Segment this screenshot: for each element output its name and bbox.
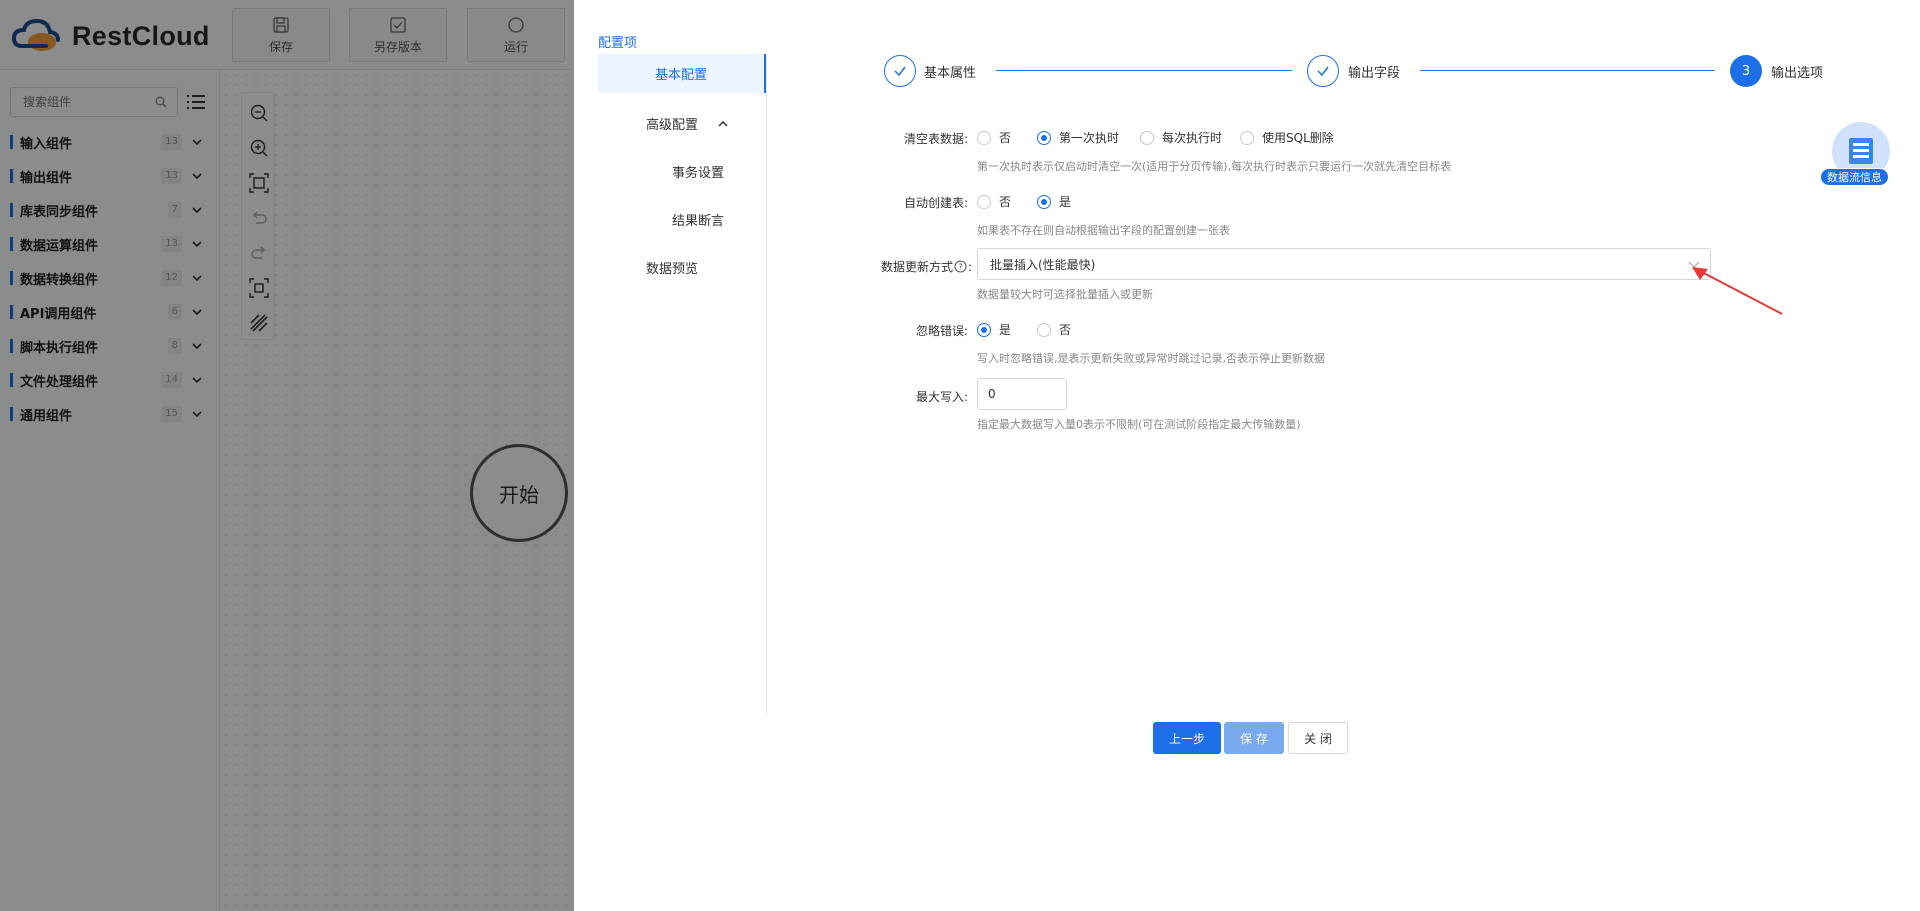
clear-table-option-no[interactable]: 否 xyxy=(977,129,1011,146)
help-icon[interactable]: ? xyxy=(954,260,967,273)
clear-table-option-sql[interactable]: 使用SQL删除 xyxy=(1240,129,1334,146)
update-mode-label-row: 数据更新方式 ? : xyxy=(880,259,972,275)
dataflow-info-badge[interactable]: 数据流信息 xyxy=(1820,122,1900,190)
radio-label: 是 xyxy=(1059,195,1072,209)
clear-table-option-each[interactable]: 每次执行时 xyxy=(1140,129,1222,146)
menu-divider xyxy=(766,52,767,716)
config-drawer: 配置项 基本配置 高级配置 事务设置 结果断言 数据预览 基本属性 输出字段 3… xyxy=(574,0,1920,911)
radio-indicator xyxy=(1240,130,1254,145)
close-button[interactable]: 关 闭 xyxy=(1288,722,1348,754)
auto-create-option-yes[interactable]: 是 xyxy=(1037,193,1071,210)
step-3-label: 输出选项 xyxy=(1771,66,1824,81)
radio-label: 是 xyxy=(999,323,1012,337)
server-icon xyxy=(1849,138,1873,164)
ignore-error-label: 忽略错误: xyxy=(915,324,968,338)
radio-label: 否 xyxy=(999,131,1012,145)
update-mode-label: 数据更新方式 xyxy=(880,260,953,274)
chevron-up-icon xyxy=(718,120,728,127)
menu-item-advanced-config[interactable]: 高级配置 xyxy=(646,114,728,133)
radio-indicator xyxy=(1037,130,1051,145)
radio-indicator xyxy=(977,322,991,337)
radio-label: 否 xyxy=(999,195,1012,209)
max-write-input[interactable] xyxy=(977,378,1067,410)
clear-table-option-first[interactable]: 第一次执时 xyxy=(1037,129,1119,146)
radio-indicator xyxy=(977,194,991,209)
step-3-indicator: 3 xyxy=(1730,55,1762,87)
step-1-indicator xyxy=(884,55,916,87)
step-connector xyxy=(996,70,1292,71)
dataflow-info-label: 数据流信息 xyxy=(1820,168,1889,186)
step-1-label: 基本属性 xyxy=(924,66,977,81)
menu-item-basic-config[interactable]: 基本配置 xyxy=(598,54,767,93)
step-3-number: 3 xyxy=(1741,63,1751,79)
ignore-error-option-no[interactable]: 否 xyxy=(1037,321,1071,338)
save-button[interactable]: 保 存 xyxy=(1224,722,1284,754)
ignore-error-option-yes[interactable]: 是 xyxy=(977,321,1011,338)
previous-step-button[interactable]: 上一步 xyxy=(1153,722,1221,754)
max-write-hint: 指定最大数据写入量0表示不限制(可在测试阶段指定最大传输数量) xyxy=(977,418,1301,431)
auto-create-option-no[interactable]: 否 xyxy=(977,193,1011,210)
update-mode-value: 批量插入(性能最快) xyxy=(990,257,1096,272)
menu-item-data-preview[interactable]: 数据预览 xyxy=(646,258,698,277)
auto-create-label: 自动创建表: xyxy=(903,196,968,210)
radio-indicator xyxy=(1140,130,1154,145)
annotation-arrow-icon xyxy=(1692,267,1783,315)
step-connector xyxy=(1420,70,1715,71)
radio-label: 每次执行时 xyxy=(1162,131,1223,145)
radio-indicator xyxy=(1037,322,1051,337)
svg-text:?: ? xyxy=(958,263,962,272)
radio-indicator xyxy=(977,130,991,145)
update-mode-hint: 数据量较大时可选择批量插入或更新 xyxy=(977,288,1153,301)
check-icon xyxy=(894,66,906,77)
update-mode-select[interactable]: 批量插入(性能最快) xyxy=(977,248,1711,280)
clear-table-label: 清空表数据: xyxy=(903,132,968,146)
ignore-error-hint: 写入时忽略错误,是表示更新失败或异常时跳过记录,否表示停止更新数据 xyxy=(977,352,1325,365)
menu-item-assertion[interactable]: 结果断言 xyxy=(672,210,724,229)
radio-indicator xyxy=(1037,194,1051,209)
step-2-indicator xyxy=(1307,55,1339,87)
radio-label: 第一次执时 xyxy=(1059,131,1120,145)
check-icon xyxy=(1317,66,1329,77)
step-2-label: 输出字段 xyxy=(1348,66,1401,81)
menu-item-transaction[interactable]: 事务设置 xyxy=(672,162,724,181)
drawer-title: 配置项 xyxy=(598,36,638,51)
radio-label: 否 xyxy=(1059,323,1072,337)
auto-create-hint: 如果表不存在则自动根据输出字段的配置创建一张表 xyxy=(977,224,1230,237)
radio-label: 使用SQL删除 xyxy=(1262,131,1334,145)
max-write-label: 最大写入: xyxy=(915,390,968,404)
menu-item-advanced-label: 高级配置 xyxy=(646,118,699,133)
clear-table-hint: 第一次执时表示仅启动时清空一次(适用于分页传输),每次执行时表示只要运行一次就先… xyxy=(977,160,1452,173)
